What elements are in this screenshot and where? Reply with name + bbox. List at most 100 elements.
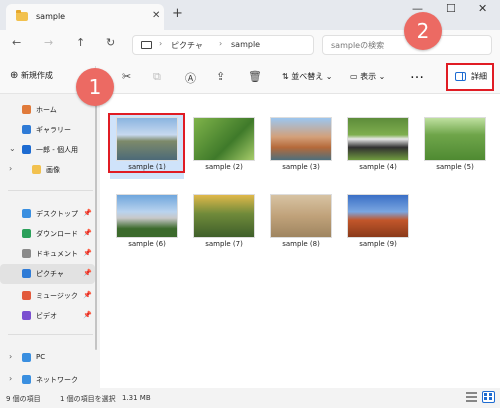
share-icon[interactable]: ⇪ (216, 70, 225, 83)
image-thumbnail (193, 194, 255, 238)
download-icon (22, 229, 31, 238)
selection-size: 1.31 MB (122, 394, 151, 402)
pin-icon: 📌 (83, 291, 92, 299)
sidebar-item-4[interactable]: デスクトップ 📌 (0, 204, 95, 224)
sidebar-item-label: PC (36, 353, 46, 361)
sidebar-item-6[interactable]: ドキュメント 📌 (0, 244, 95, 264)
image-thumbnail (116, 194, 178, 238)
image-thumbnail (347, 194, 409, 238)
file-item[interactable]: sample (2) (187, 113, 261, 179)
view-label: 表示 (360, 72, 377, 81)
sidebar-item-10[interactable]: › PC (0, 348, 95, 368)
close-window-button[interactable]: ✕ (478, 2, 487, 15)
file-name: sample (6) (128, 240, 166, 248)
view-button[interactable]: ▭ 表示 ⌄ (350, 71, 385, 82)
gallery-icon (22, 125, 31, 134)
chevron-right-icon[interactable]: › (9, 352, 12, 361)
sidebar-item-0[interactable]: ホーム (0, 100, 95, 120)
chevron-down-icon: ⌄ (378, 72, 386, 81)
plus-circle-icon: ⊕ (10, 70, 19, 81)
image-thumbnail (347, 117, 409, 161)
copy-icon[interactable]: ⧉ (153, 70, 161, 84)
file-item[interactable]: sample (8) (264, 190, 338, 256)
pin-icon: 📌 (83, 269, 92, 277)
sidebar-item-7[interactable]: ピクチャ 📌 (0, 264, 95, 284)
chevron-right-icon[interactable]: › (9, 164, 12, 173)
sort-icon: ⇅ (282, 72, 292, 81)
folder-icon (16, 10, 28, 21)
address-bar[interactable]: › ピクチャ › sample (132, 35, 314, 55)
folder-icon (32, 165, 41, 174)
chevron-right-icon[interactable]: › (159, 39, 162, 48)
file-item[interactable]: sample (6) (110, 190, 184, 256)
sidebar-item-label: ダウンロード (36, 230, 78, 238)
file-name: sample (2) (205, 163, 243, 171)
document-icon (22, 249, 31, 258)
sort-label: 並べ替え (291, 72, 324, 81)
pin-icon: 📌 (83, 209, 92, 217)
maximize-button[interactable]: ☐ (446, 2, 456, 15)
breadcrumb-sample[interactable]: sample (231, 40, 260, 49)
file-name: sample (8) (282, 240, 320, 248)
file-name: sample (5) (436, 163, 474, 171)
view-icon: ▭ (350, 72, 361, 81)
sidebar-item-8[interactable]: ミュージック 📌 (0, 286, 95, 306)
sort-button[interactable]: ⇅ 並べ替え ⌄ (282, 71, 333, 82)
network-icon (22, 375, 31, 384)
new-tab-button[interactable]: + (172, 6, 183, 21)
delete-icon[interactable]: 🗑 (248, 70, 262, 83)
step-badge-1: 1 (76, 68, 114, 106)
large-icons-view-icon[interactable] (482, 391, 495, 403)
sidebar-scrollbar[interactable] (95, 100, 97, 350)
file-name: sample (9) (359, 240, 397, 248)
pin-icon: 📌 (83, 249, 92, 257)
sidebar-item-5[interactable]: ダウンロード 📌 (0, 224, 95, 244)
file-item[interactable]: sample (4) (341, 113, 415, 179)
file-item[interactable]: sample (3) (264, 113, 338, 179)
cut-icon[interactable]: ✂ (122, 70, 131, 83)
refresh-button[interactable]: ↻ (106, 36, 115, 49)
sidebar-item-label: ギャラリー (36, 126, 71, 134)
file-name: sample (7) (205, 240, 243, 248)
sidebar-item-label: ビデオ (36, 312, 57, 320)
details-view-icon[interactable] (466, 392, 477, 402)
sidebar-item-9[interactable]: ビデオ 📌 (0, 306, 95, 326)
chevron-right-icon[interactable]: › (9, 374, 12, 383)
up-button[interactable]: ↑ (76, 36, 85, 49)
sidebar-item-label: デスクトップ (36, 210, 78, 218)
forward-button[interactable]: → (44, 36, 53, 49)
new-label: 新規作成 (20, 71, 53, 80)
chevron-right-icon[interactable]: › (219, 39, 222, 48)
tab-sample[interactable]: sample ✕ (6, 4, 164, 30)
music-icon (22, 291, 31, 300)
pin-icon: 📌 (83, 311, 92, 319)
details-pane-icon (455, 72, 466, 81)
sidebar-item-label: ホーム (36, 106, 57, 114)
sidebar-item-1[interactable]: ギャラリー (0, 120, 95, 140)
chevron-down-icon: ⌄ (325, 72, 333, 81)
sidebar-item-label: ピクチャ (36, 270, 64, 278)
file-item[interactable]: sample (9) (341, 190, 415, 256)
close-tab-icon[interactable]: ✕ (152, 10, 160, 21)
sidebar-item-label: 画像 (46, 166, 60, 174)
new-button[interactable]: ⊕ 新規作成 (10, 70, 53, 81)
image-thumbnail (270, 117, 332, 161)
sidebar-item-label: ミュージック (36, 292, 78, 300)
sidebar-item-3[interactable]: › 画像 (0, 160, 95, 180)
this-pc-icon (141, 41, 152, 49)
rename-icon[interactable]: Ⓐ (185, 70, 196, 86)
file-item[interactable]: sample (7) (187, 190, 261, 256)
video-icon (22, 311, 31, 320)
image-thumbnail (270, 194, 332, 238)
image-thumbnail (424, 117, 486, 161)
breadcrumb-pictures[interactable]: ピクチャ (171, 40, 203, 51)
chevron-down-icon[interactable]: ⌄ (9, 144, 16, 153)
file-name: sample (3) (282, 163, 320, 171)
more-options-button[interactable]: … (410, 66, 425, 82)
sidebar-item-2[interactable]: ⌄ 一郎 - 個人用 (0, 140, 95, 160)
pc-icon (22, 353, 31, 362)
sidebar-item-11[interactable]: › ネットワーク (0, 370, 95, 390)
file-item[interactable]: sample (5) (418, 113, 492, 179)
details-pane-button[interactable]: 詳細 (446, 63, 494, 91)
back-button[interactable]: ← (12, 36, 21, 49)
